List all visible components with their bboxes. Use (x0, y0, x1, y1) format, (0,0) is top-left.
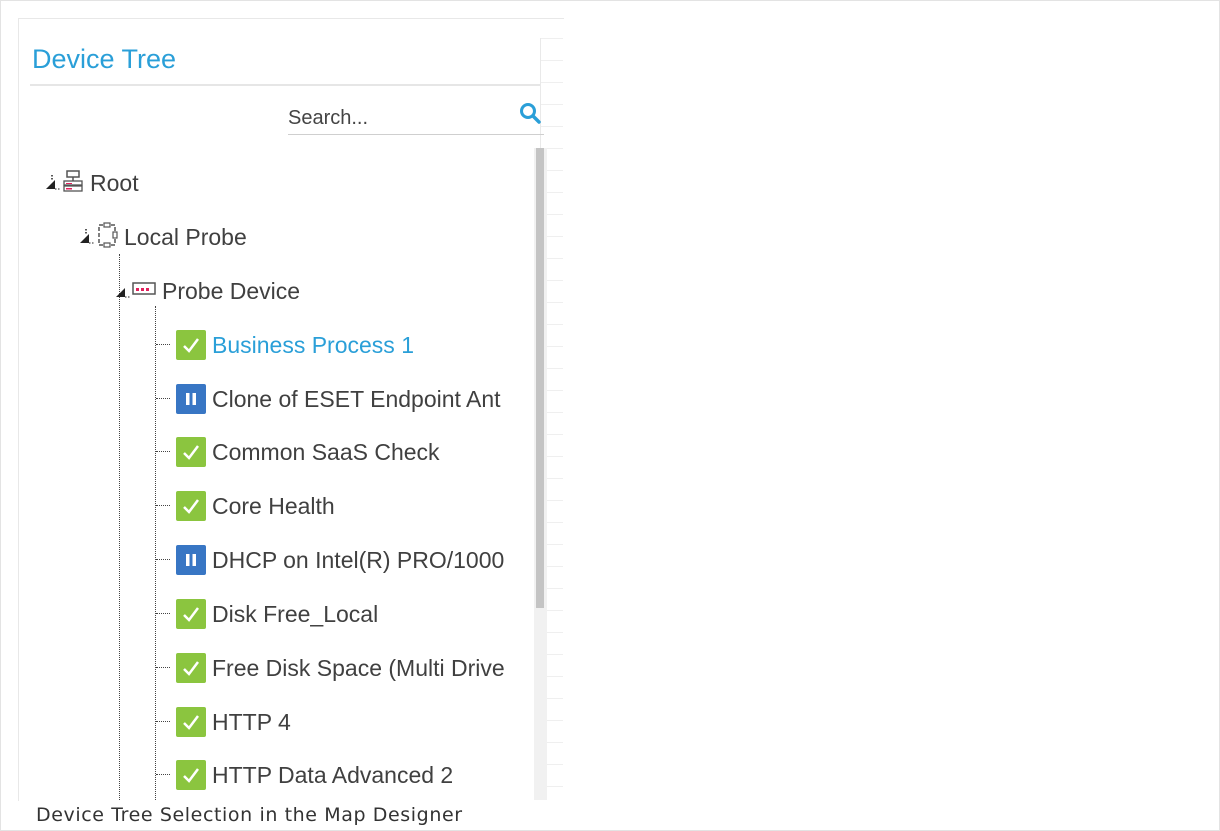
search-input[interactable] (288, 103, 508, 133)
tree-scrollbar[interactable] (534, 148, 547, 800)
tree-connector (156, 559, 170, 561)
tree-connector (156, 613, 170, 615)
tree-connector (156, 398, 170, 400)
probe-icon (96, 222, 118, 252)
group-icon (62, 169, 84, 198)
checkmark-icon (176, 599, 206, 629)
collapse-arrow-icon[interactable] (114, 281, 132, 301)
sensor-label: DHCP on Intel(R) PRO/1000 (212, 546, 505, 573)
checkmark-icon (176, 437, 206, 467)
tree-sensor-common-saas[interactable]: Common SaaS Check (156, 437, 440, 467)
tree-sensor-http-data-advanced[interactable]: HTTP Data Advanced 2 (156, 760, 453, 790)
tree-connector (156, 721, 170, 723)
search-icon[interactable] (518, 101, 542, 125)
tree-connector (156, 344, 170, 346)
sensor-label: Free Disk Space (Multi Drive (212, 654, 505, 681)
tree-sensor-http-4[interactable]: HTTP 4 (156, 707, 291, 737)
scrollbar-thumb[interactable] (536, 148, 544, 608)
tree-sensor-core-health[interactable]: Core Health (156, 491, 335, 521)
pause-icon (176, 545, 206, 575)
tree-connector (156, 451, 170, 453)
sensor-label: Core Health (212, 492, 335, 519)
collapse-arrow-icon[interactable] (44, 173, 62, 193)
tree-node-device[interactable]: Probe Device (114, 276, 300, 306)
tree-node-label: Root (90, 169, 139, 196)
sensor-label: Clone of ESET Endpoint Ant (212, 385, 501, 412)
pause-icon (176, 384, 206, 414)
tree-sensor-business-process[interactable]: Business Process 1 (156, 330, 414, 360)
tree-sensor-free-disk-space[interactable]: Free Disk Space (Multi Drive (156, 653, 505, 683)
tree-sensor-dhcp[interactable]: DHCP on Intel(R) PRO/1000 (156, 545, 504, 575)
search-box[interactable] (288, 100, 544, 135)
device-icon (132, 281, 156, 302)
sensor-label: HTTP 4 (212, 708, 291, 735)
tree-node-root[interactable]: Root (44, 168, 139, 198)
tree-sensor-disk-free[interactable]: Disk Free_Local (156, 599, 378, 629)
tree-node-probe[interactable]: Local Probe (78, 222, 247, 252)
tree-connector (156, 667, 170, 669)
tree-node-label: Probe Device (162, 277, 301, 304)
collapse-arrow-icon[interactable] (78, 227, 96, 247)
tree-node-label: Local Probe (124, 223, 247, 250)
sensor-label: Common SaaS Check (212, 438, 440, 465)
sensor-label: HTTP Data Advanced 2 (212, 761, 454, 788)
checkmark-icon (176, 707, 206, 737)
sensor-label: Disk Free_Local (212, 600, 379, 627)
checkmark-icon (176, 491, 206, 521)
tree-line-probe (119, 254, 120, 800)
tree-sensor-clone-eset[interactable]: Clone of ESET Endpoint Ant (156, 384, 501, 414)
tree-connector (156, 505, 170, 507)
title-divider (30, 84, 540, 86)
tree-connector (156, 774, 170, 776)
sensor-label: Business Process 1 (212, 331, 414, 358)
figure-caption: Device Tree Selection in the Map Designe… (36, 804, 463, 826)
checkmark-icon (176, 653, 206, 683)
checkmark-icon (176, 760, 206, 790)
panel-title: Device Tree (32, 44, 177, 74)
checkmark-icon (176, 330, 206, 360)
